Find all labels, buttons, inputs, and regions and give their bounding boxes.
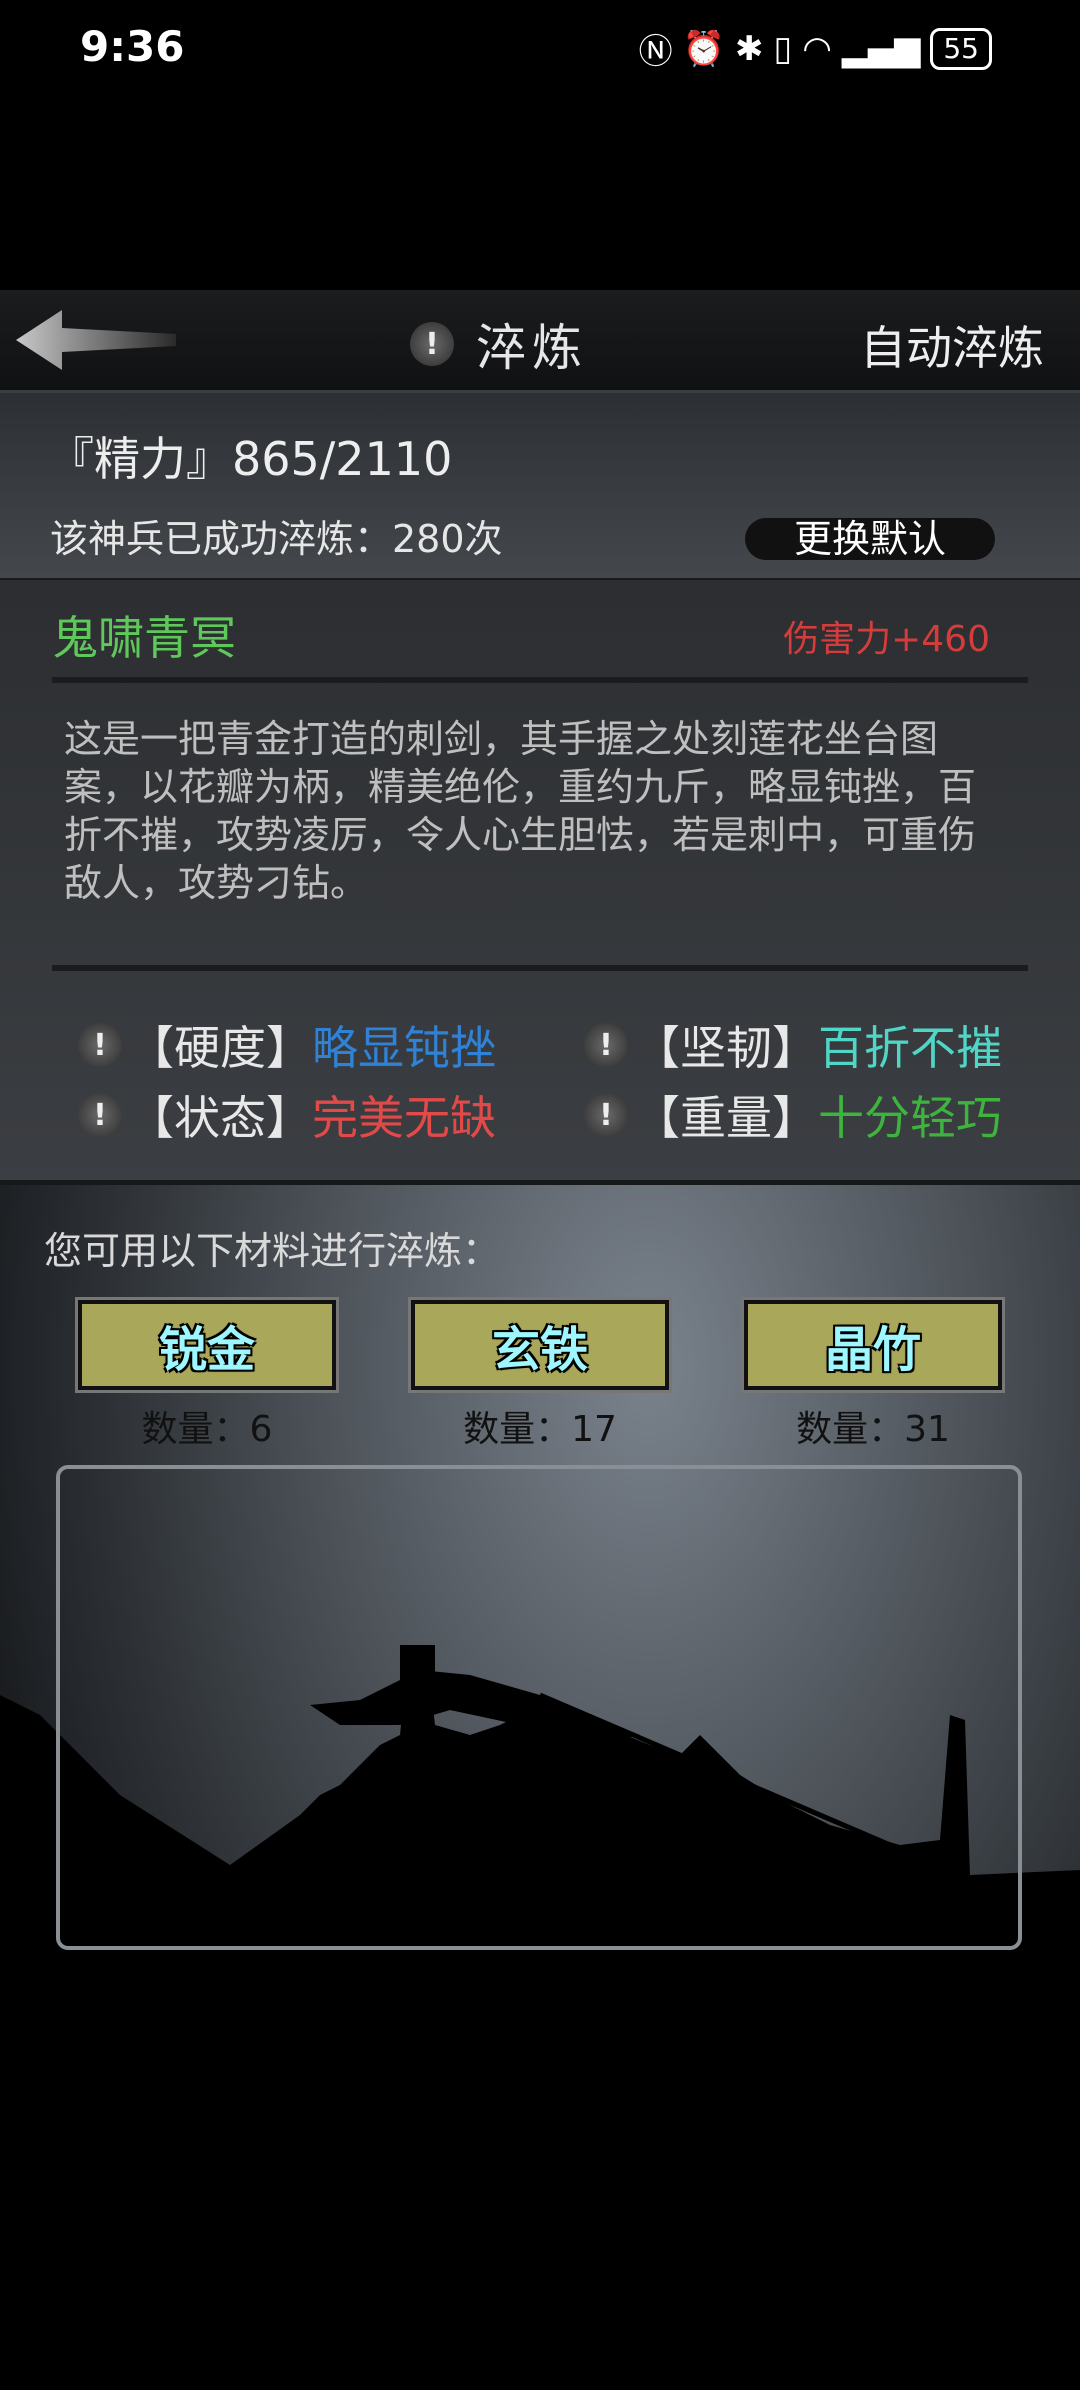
auto-temper-button[interactable]: 自动淬炼 bbox=[860, 312, 1044, 378]
status-bar: 9:36 Ⓝ ⏰ ✱ ▯ ◠ ▂▄▆ 55 bbox=[0, 0, 1080, 100]
weapon-description: 这是一把青金打造的刺剑，其手握之处刻莲花坐台图案，以花瓣为柄，精美绝伦，重约九斤… bbox=[64, 717, 977, 905]
page-title: 淬炼 bbox=[476, 319, 588, 377]
attribute-weight: ! 【重量】 十分轻巧 bbox=[584, 1082, 1002, 1148]
info-icon[interactable]: ! bbox=[78, 1023, 122, 1067]
material-button-xuantie[interactable]: 玄铁 bbox=[408, 1297, 672, 1393]
divider bbox=[52, 677, 1028, 683]
divider bbox=[52, 965, 1028, 971]
status-icons: Ⓝ ⏰ ✱ ▯ ◠ ▂▄▆ 55 bbox=[639, 24, 992, 73]
weapon-name: 鬼啸青冥 bbox=[52, 611, 236, 665]
wifi-icon: ◠ bbox=[802, 28, 832, 69]
vibrate-icon: ▯ bbox=[773, 28, 793, 69]
stats-panel: 『精力』865/2110 该神兵已成功淬炼：280次 更换默认 bbox=[0, 393, 1080, 582]
temper-count: 该神兵已成功淬炼：280次 bbox=[50, 517, 503, 561]
nfc-icon: Ⓝ bbox=[638, 32, 673, 72]
material-quantity: 数量：17 bbox=[463, 1409, 617, 1450]
energy-readout: 『精力』865/2110 bbox=[48, 432, 453, 486]
material-button-jingzhu[interactable]: 晶竹 bbox=[741, 1297, 1005, 1393]
weapon-panel: 鬼啸青冥 伤害力+460 这是一把青金打造的刺剑，其手握之处刻莲花坐台图案，以花… bbox=[0, 580, 1080, 1185]
bluetooth-icon: ✱ bbox=[735, 28, 764, 69]
attribute-label: 【坚韧】 bbox=[634, 1021, 818, 1075]
attribute-value: 百折不摧 bbox=[818, 1021, 1002, 1075]
damage-value: 伤害力+460 bbox=[783, 619, 990, 660]
info-icon[interactable]: ! bbox=[584, 1023, 628, 1067]
top-bar: ! 淬炼 自动淬炼 bbox=[0, 290, 1080, 393]
info-icon[interactable]: ! bbox=[410, 322, 454, 366]
attribute-label: 【状态】 bbox=[128, 1091, 312, 1145]
info-icon[interactable]: ! bbox=[584, 1093, 628, 1137]
attribute-label: 【硬度】 bbox=[128, 1021, 312, 1075]
battery-indicator: 55 bbox=[930, 27, 992, 70]
materials-drop-box[interactable] bbox=[56, 1465, 1022, 1950]
info-icon[interactable]: ! bbox=[78, 1093, 122, 1137]
title-group: ! 淬炼 bbox=[410, 308, 588, 380]
clock: 9:36 bbox=[80, 22, 185, 71]
material-quantity: 数量：6 bbox=[141, 1409, 273, 1450]
attribute-toughness: ! 【坚韧】 百折不摧 bbox=[584, 1012, 1002, 1078]
signal-icon: ▂▄▆ bbox=[841, 28, 921, 69]
material-quantity: 数量：31 bbox=[796, 1409, 950, 1450]
materials-label: 您可用以下材料进行淬炼： bbox=[44, 1229, 501, 1273]
back-arrow-icon bbox=[16, 310, 176, 370]
attribute-state: ! 【状态】 完美无缺 bbox=[78, 1082, 496, 1148]
material-button-ruijin[interactable]: 锐金 bbox=[75, 1297, 339, 1393]
attribute-value: 完美无缺 bbox=[312, 1091, 496, 1145]
change-default-button[interactable]: 更换默认 bbox=[745, 518, 995, 560]
attribute-label: 【重量】 bbox=[634, 1091, 818, 1145]
back-button[interactable] bbox=[16, 308, 176, 376]
alarm-icon: ⏰ bbox=[682, 28, 726, 69]
attribute-value: 略显钝挫 bbox=[312, 1021, 496, 1075]
attribute-value: 十分轻巧 bbox=[818, 1091, 1002, 1145]
attribute-hardness: ! 【硬度】 略显钝挫 bbox=[78, 1012, 496, 1078]
materials-area: 您可用以下材料进行淬炼： 锐金 数量：6 玄铁 数量：17 晶竹 数量：31 bbox=[0, 1185, 1080, 2390]
